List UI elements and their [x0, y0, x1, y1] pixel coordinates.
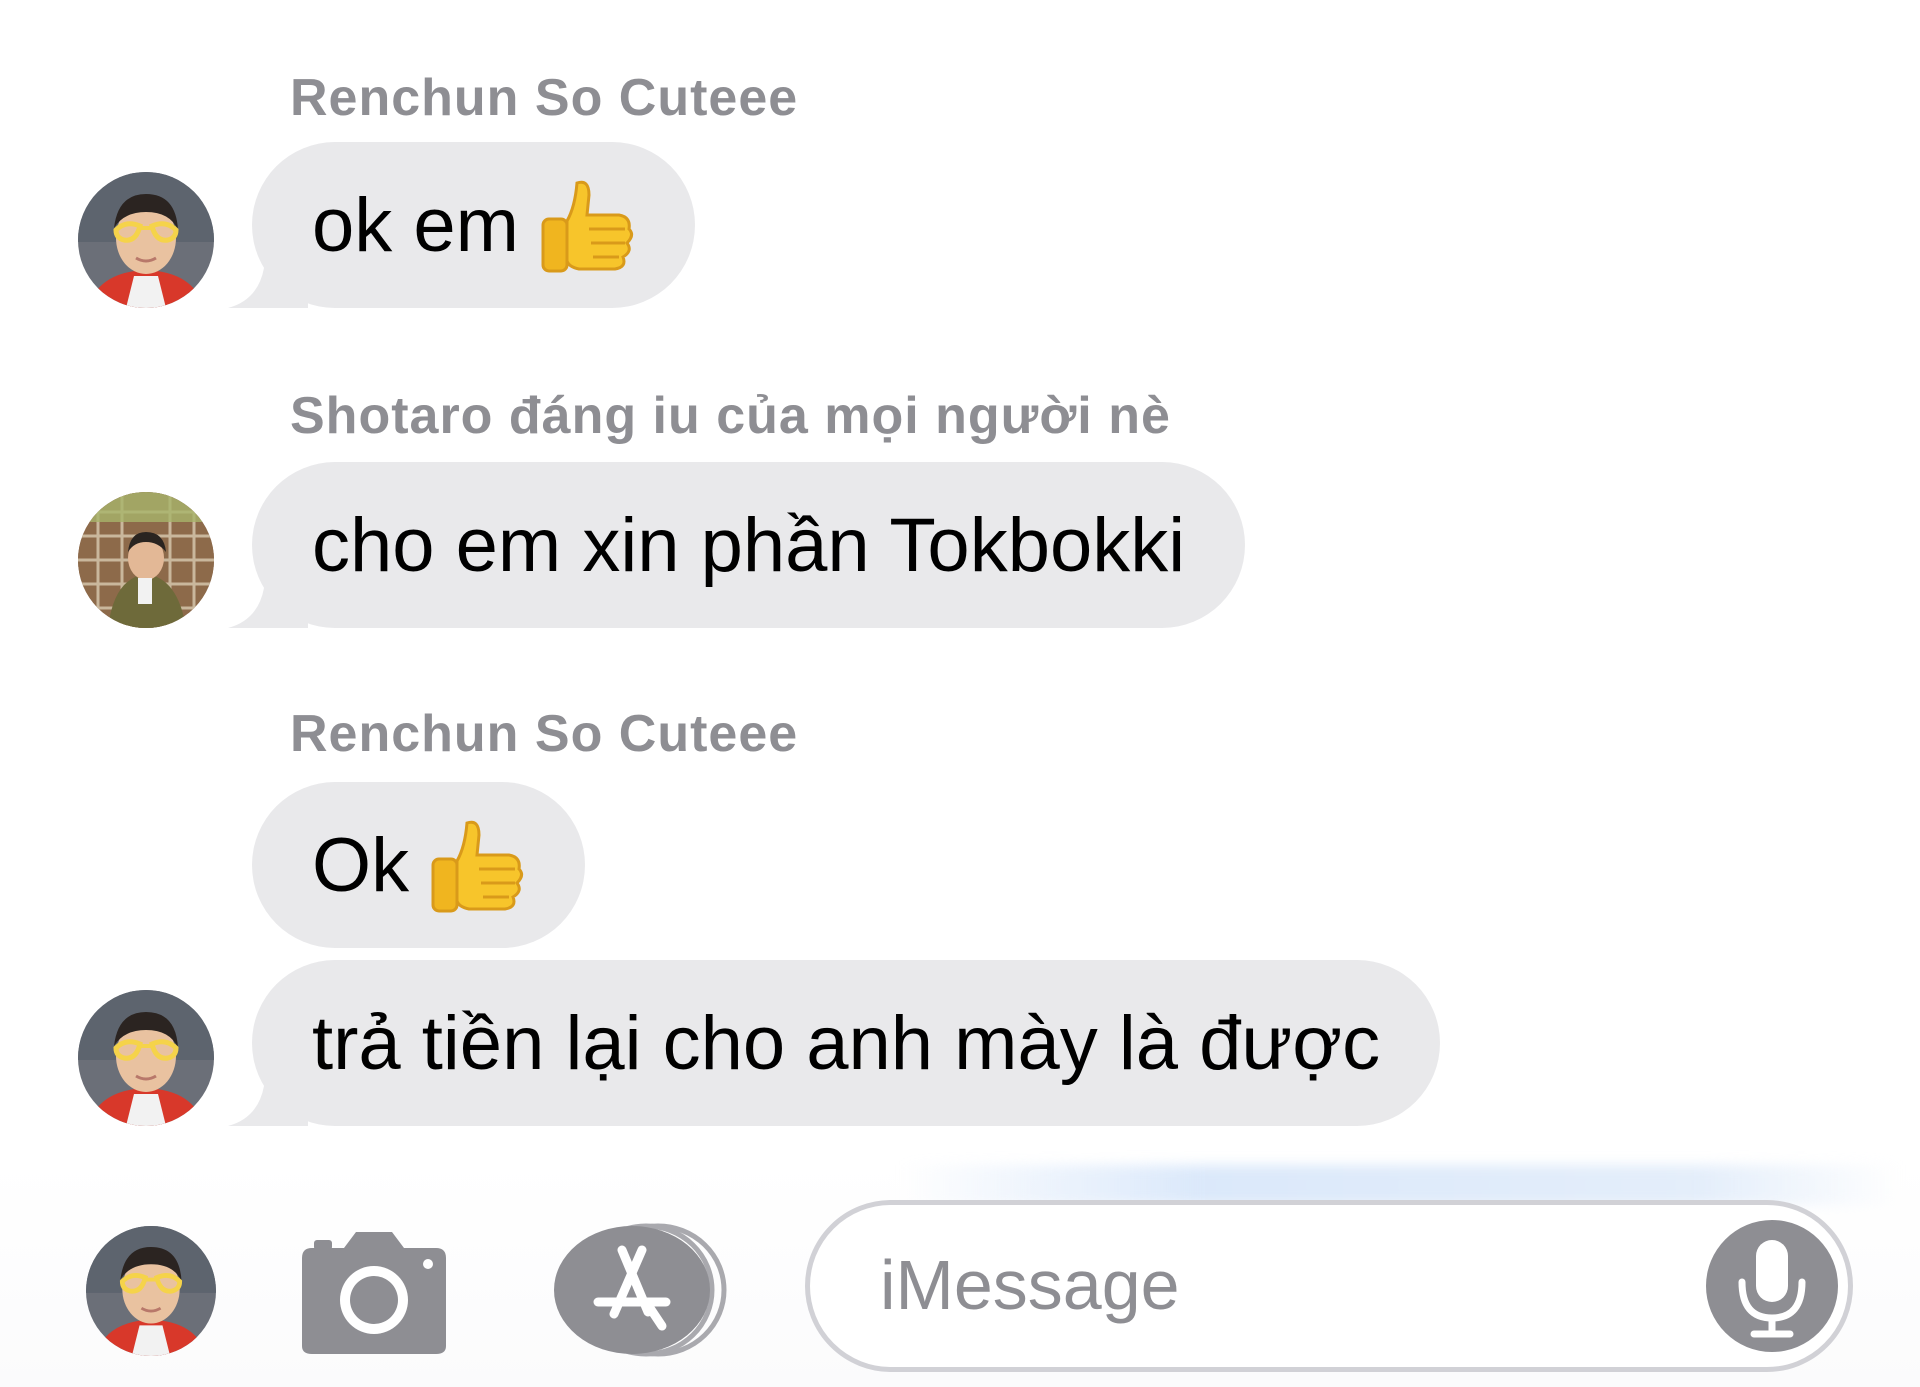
avatar-renchun[interactable]: [78, 990, 214, 1126]
my-avatar[interactable]: [86, 1226, 216, 1356]
camera-icon[interactable]: [300, 1228, 448, 1356]
thumbs-up-emoji-icon: [541, 180, 633, 273]
sender-name: Renchun So Cuteee: [290, 69, 799, 127]
microphone-icon: [1738, 1240, 1806, 1338]
chat-screen: Renchun So Cuteee ok em Shotaro đáng iu …: [0, 0, 1920, 1387]
message-text: cho em xin phần Tokbokki: [312, 502, 1186, 588]
thumbs-up-emoji-icon: [431, 820, 524, 913]
avatar-image: [78, 990, 214, 1126]
bubble-tail: [228, 558, 308, 628]
imessage-placeholder: iMessage: [880, 1246, 1180, 1324]
message-bubble[interactable]: ok em: [228, 142, 695, 308]
message-bubble[interactable]: trả tiền lại cho anh mày là được: [228, 960, 1441, 1126]
message-bubble[interactable]: cho em xin phần Tokbokki: [228, 462, 1246, 628]
avatar-shotaro[interactable]: [78, 492, 214, 628]
sender-name: Shotaro đáng iu của mọi người nè: [290, 387, 1171, 445]
input-bar-glow: [900, 1165, 1900, 1205]
bubble-tail: [228, 1056, 308, 1126]
avatar-image: [78, 492, 214, 628]
sender-name: Renchun So Cuteee: [290, 705, 799, 763]
bubble-tail: [228, 238, 308, 308]
message-text: ok em: [312, 182, 519, 268]
avatar-renchun[interactable]: [78, 172, 214, 308]
avatar-image: [78, 172, 214, 308]
message-text: trả tiền lại cho anh mày là được: [312, 1000, 1381, 1086]
message-bubble[interactable]: Ok: [252, 782, 586, 948]
avatar-image: [86, 1226, 216, 1356]
microphone-button[interactable]: [1706, 1220, 1838, 1352]
message-text: Ok: [312, 822, 410, 908]
app-store-icon[interactable]: [550, 1222, 730, 1358]
